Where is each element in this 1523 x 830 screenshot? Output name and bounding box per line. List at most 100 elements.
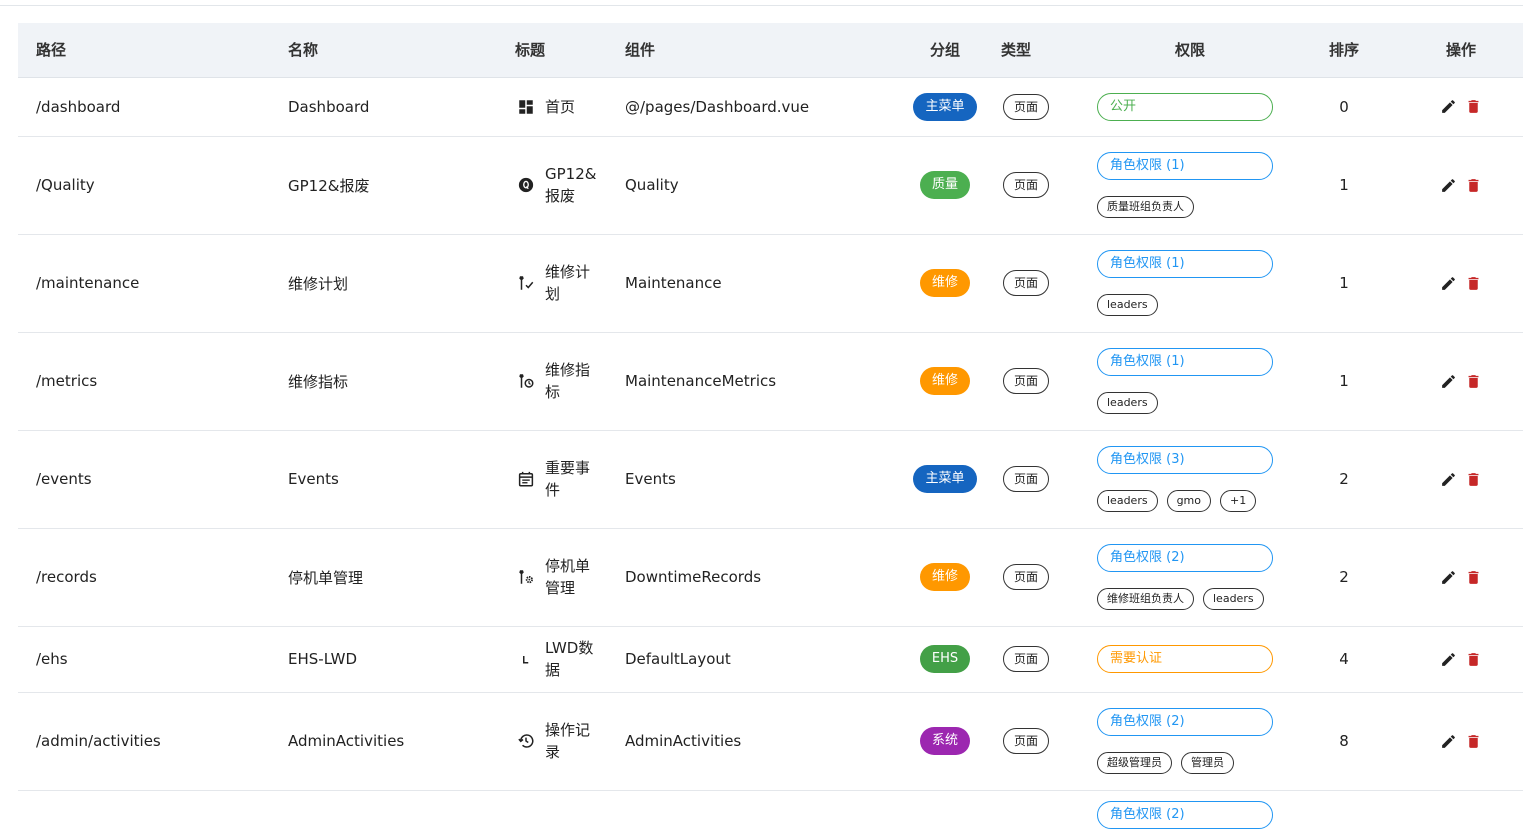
cell-group: 维修: [901, 332, 989, 431]
cell-path: /ehs: [18, 626, 270, 693]
table-row[interactable]: /ehs EHS-LWD LWD数据 DefaultLayout EHS 页面 需要认证 4: [18, 626, 1523, 693]
permission-chip[interactable]: 角色权限 (1): [1097, 152, 1273, 180]
cell-type: [989, 790, 1091, 830]
cell-type: 页面: [989, 234, 1091, 333]
col-header-component[interactable]: 组件: [621, 23, 901, 78]
cell-name: EHS-LWD: [270, 626, 507, 693]
delete-icon[interactable]: [1465, 373, 1482, 390]
title-text: 维修指标: [545, 361, 591, 401]
edit-icon[interactable]: [1440, 98, 1457, 115]
cell-name: Events: [270, 430, 507, 529]
col-header-order[interactable]: 排序: [1289, 23, 1399, 78]
role-chip: leaders: [1203, 588, 1264, 610]
type-chip: 页面: [1003, 270, 1050, 296]
edit-icon[interactable]: [1440, 373, 1457, 390]
cell-path: /maintenance: [18, 234, 270, 333]
permission-chip[interactable]: 角色权限 (2): [1097, 544, 1273, 572]
cell-path: /admin/activities: [18, 692, 270, 791]
cell-group: 质量: [901, 136, 989, 235]
title-text: 操作记录: [545, 721, 591, 761]
col-header-group[interactable]: 分组: [901, 23, 989, 78]
edit-icon[interactable]: [1440, 733, 1457, 750]
edit-icon[interactable]: [1440, 275, 1457, 292]
col-header-name[interactable]: 名称: [270, 23, 507, 78]
table-row[interactable]: /Quality GP12&报废 GP12&报废 Quality 质量 页面 角色权限 (1…: [18, 136, 1523, 235]
cell-order: 2: [1289, 430, 1399, 529]
table-row[interactable]: /maintenance 维修计划 维修计划 Maintenance 维修 页面 角色权限 …: [18, 234, 1523, 333]
cell-path: /events: [18, 430, 270, 529]
cell-group: EHS: [901, 626, 989, 693]
cell-component: @/pages/Dashboard.vue: [621, 77, 901, 137]
permission-chip[interactable]: 角色权限 (2): [1097, 708, 1273, 736]
cell-permission: 角色权限 (2): [1091, 790, 1289, 830]
cell-actions: [1399, 430, 1523, 529]
delete-icon[interactable]: [1465, 98, 1482, 115]
cell-path: /Quality: [18, 136, 270, 235]
permission-chip[interactable]: 角色权限 (1): [1097, 250, 1273, 278]
table-row[interactable]: /events Events 重要事件 Events 主菜单 页面 角色权限 (3) lead…: [18, 430, 1523, 529]
cell-actions: [1399, 332, 1523, 431]
table-row[interactable]: /admin/activities AdminActivities 操作记录 Admi…: [18, 692, 1523, 791]
permission-chip[interactable]: 角色权限 (2): [1097, 800, 1273, 829]
table-row[interactable]: /records 停机单管理 停机单管理 DowntimeRecords 维修 页面 角色权…: [18, 528, 1523, 627]
cell-path: /dashboard: [18, 77, 270, 137]
cell-type: 页面: [989, 136, 1091, 235]
delete-icon[interactable]: [1465, 651, 1482, 668]
edit-icon[interactable]: [1440, 651, 1457, 668]
cell-title: 维修计划: [507, 234, 621, 333]
permission-chip[interactable]: 角色权限 (3): [1097, 446, 1273, 474]
group-chip: 维修: [919, 563, 970, 591]
cell-actions: [1399, 692, 1523, 791]
cell-component: Maintenance: [621, 234, 901, 333]
cell-actions: [1399, 136, 1523, 235]
role-chip: 维修班组负责人: [1097, 588, 1194, 610]
role-chip: +1: [1220, 490, 1257, 512]
col-header-type[interactable]: 类型: [989, 23, 1091, 78]
cell-name: AdminActivities: [270, 692, 507, 791]
delete-icon[interactable]: [1465, 569, 1482, 586]
cell-order: 0: [1289, 77, 1399, 137]
cell-group: 系统: [901, 692, 989, 791]
edit-icon[interactable]: [1440, 471, 1457, 488]
delete-icon[interactable]: [1465, 733, 1482, 750]
permission-chip[interactable]: 公开: [1097, 92, 1273, 121]
wrench-cog-icon: [519, 570, 533, 584]
role-chip: gmo: [1166, 490, 1212, 512]
cell-type: 页面: [989, 626, 1091, 693]
table-row[interactable]: /metrics 维修指标 维修指标 MaintenanceMetrics 维修 页面 角色…: [18, 332, 1523, 431]
col-header-path[interactable]: 路径: [18, 23, 270, 78]
type-chip: 页面: [1003, 728, 1050, 754]
cell-title: [507, 790, 621, 830]
edit-icon[interactable]: [1440, 177, 1457, 194]
letter-l-icon: [523, 656, 529, 664]
col-header-title[interactable]: 标题: [507, 23, 621, 78]
permission-chip[interactable]: 需要认证: [1097, 645, 1273, 673]
cell-actions: [1399, 790, 1523, 830]
delete-icon[interactable]: [1465, 471, 1482, 488]
cell-permission: 需要认证: [1091, 626, 1289, 693]
dashboard-icon: [519, 99, 533, 114]
type-chip: 页面: [1003, 646, 1050, 672]
cell-actions: [1399, 528, 1523, 627]
delete-icon[interactable]: [1465, 177, 1482, 194]
cell-type: 页面: [989, 430, 1091, 529]
cell-type: 页面: [989, 692, 1091, 791]
table-row[interactable]: 角色权限 (2): [18, 790, 1523, 830]
role-chip: leaders: [1097, 490, 1158, 512]
title-text: 重要事件: [545, 459, 591, 499]
cell-path: /records: [18, 528, 270, 627]
cell-title: LWD数据: [507, 626, 621, 693]
cell-path: /metrics: [18, 332, 270, 431]
cell-group: 主菜单: [901, 77, 989, 137]
role-chip: 管理员: [1181, 752, 1234, 774]
cell-group: 维修: [901, 234, 989, 333]
cell-type: 页面: [989, 77, 1091, 137]
delete-icon[interactable]: [1465, 275, 1482, 292]
edit-icon[interactable]: [1440, 569, 1457, 586]
table-row[interactable]: /dashboard Dashboard 首页 @/pages/Dashboard.v…: [18, 77, 1523, 137]
cell-title: 操作记录: [507, 692, 621, 791]
permission-chip[interactable]: 角色权限 (1): [1097, 348, 1273, 376]
group-chip: 维修: [919, 269, 970, 297]
cell-path: [18, 790, 270, 830]
col-header-permission[interactable]: 权限: [1091, 23, 1289, 78]
